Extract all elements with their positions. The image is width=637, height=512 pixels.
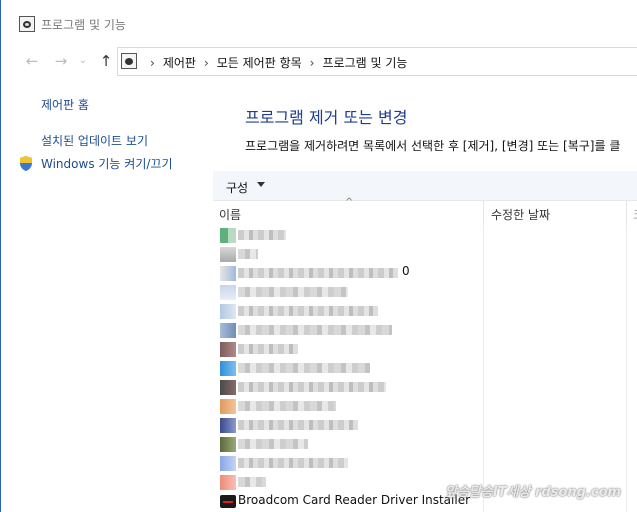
list-item[interactable] — [213, 435, 637, 454]
program-icon — [220, 323, 236, 338]
control-panel-icon — [19, 16, 35, 32]
program-icon — [220, 228, 236, 243]
breadcrumb-programs-features[interactable]: 프로그램 및 기능 — [322, 56, 407, 70]
back-arrow-icon[interactable]: ← — [23, 52, 41, 70]
page-description: 프로그램을 제거하려면 목록에서 선택한 후 [제거], [변경] 또는 [복구… — [245, 139, 621, 153]
pixelated-program-name — [238, 344, 298, 354]
pixelated-program-name — [238, 477, 266, 487]
program-icon — [220, 342, 236, 357]
title-bar: 프로그램 및 기능 — [1, 0, 637, 44]
program-icon — [220, 285, 236, 300]
pixelated-program-name — [238, 325, 392, 335]
up-arrow-icon[interactable]: ↑ — [97, 52, 115, 70]
program-icon — [220, 418, 236, 433]
pixelated-program-name — [238, 439, 308, 449]
uac-shield-icon — [20, 156, 32, 171]
program-list: 0 — [213, 226, 637, 512]
list-item[interactable] — [213, 416, 637, 435]
program-icon — [220, 266, 236, 281]
recent-locations-chevron-icon[interactable]: ⌄ — [74, 52, 92, 70]
list-item[interactable] — [213, 302, 637, 321]
column-divider[interactable] — [483, 201, 484, 225]
list-item[interactable] — [213, 245, 637, 264]
program-name: Broadcom Card Reader Driver Installer — [238, 493, 471, 507]
installed-updates-link[interactable]: 설치된 업데이트 보기 — [41, 132, 148, 149]
breadcrumb-separator-icon: › — [203, 56, 209, 70]
program-icon — [220, 247, 236, 262]
breadcrumb-control-panel[interactable]: 제어판 — [163, 56, 196, 70]
pixelated-program-name — [238, 401, 336, 411]
column-divider[interactable] — [626, 201, 627, 225]
sort-ascending-icon: ^ — [345, 197, 354, 208]
column-header: 이름 ^ 수정한 날짜 크 — [213, 197, 637, 225]
list-item[interactable] — [213, 397, 637, 416]
list-item[interactable] — [213, 321, 637, 340]
program-icon — [220, 456, 236, 471]
list-item[interactable] — [213, 454, 637, 473]
window-title: 프로그램 및 기능 — [41, 18, 126, 32]
breadcrumb: › 제어판 › 모든 제어판 항목 › 프로그램 및 기능 — [142, 54, 407, 71]
program-icon — [220, 475, 236, 490]
task-pane: 제어판 홈 설치된 업데이트 보기 Windows 기능 켜기/끄기 — [1, 78, 211, 512]
page-title: 프로그램 제거 또는 변경 — [245, 108, 408, 127]
program-icon — [220, 437, 236, 452]
breadcrumb-separator-icon: › — [150, 56, 155, 70]
program-icon — [220, 361, 236, 376]
pixelated-program-name — [238, 230, 286, 240]
caret-down-icon[interactable] — [257, 182, 265, 187]
column-date[interactable]: 수정한 날짜 — [491, 201, 626, 225]
pixelated-program-name — [238, 249, 258, 259]
list-item[interactable] — [213, 340, 637, 359]
forward-arrow-icon[interactable]: → — [52, 52, 70, 70]
breadcrumb-all-items[interactable]: 모든 제어판 항목 — [217, 56, 302, 70]
navigation-bar: ← → ⌄ ↑ › 제어판 › 모든 제어판 항목 › 프로그램 및 기능 — [1, 44, 637, 78]
list-item[interactable] — [213, 378, 637, 397]
program-icon — [220, 380, 236, 395]
pixelated-program-name — [238, 458, 348, 468]
control-panel-icon — [121, 53, 137, 69]
command-bar: 구성 — [213, 171, 637, 201]
pixelated-program-name — [238, 306, 378, 316]
list-item[interactable]: 0 — [213, 264, 637, 283]
control-panel-home-link[interactable]: 제어판 홈 — [41, 96, 89, 113]
pixelated-program-name — [238, 287, 348, 297]
list-item[interactable] — [213, 359, 637, 378]
programs-and-features-window: 프로그램 및 기능 ← → ⌄ ↑ › 제어판 › 모든 제어판 항목 › 프로그램 및 … — [0, 0, 637, 512]
column-name[interactable]: 이름 — [219, 201, 489, 225]
list-item[interactable] — [213, 283, 637, 302]
program-icon — [220, 399, 236, 414]
broadcom-card-reader-icon — [220, 495, 236, 508]
pixelated-program-name — [238, 268, 398, 278]
program-name-suffix: 0 — [402, 264, 410, 278]
program-icon — [220, 304, 236, 319]
watermark: 앞승달승IT세상 rdsong.com — [445, 485, 622, 500]
list-item[interactable] — [213, 226, 637, 245]
organize-button[interactable]: 구성 — [226, 179, 248, 196]
column-size[interactable]: 크 — [633, 201, 637, 225]
pixelated-program-name — [238, 363, 370, 373]
pixelated-program-name — [238, 382, 386, 392]
breadcrumb-separator-icon: › — [309, 56, 315, 70]
address-bar[interactable]: › 제어판 › 모든 제어판 항목 › 프로그램 및 기능 — [117, 47, 637, 76]
pixelated-program-name — [238, 420, 358, 430]
windows-features-link[interactable]: Windows 기능 켜기/끄기 — [41, 155, 172, 172]
